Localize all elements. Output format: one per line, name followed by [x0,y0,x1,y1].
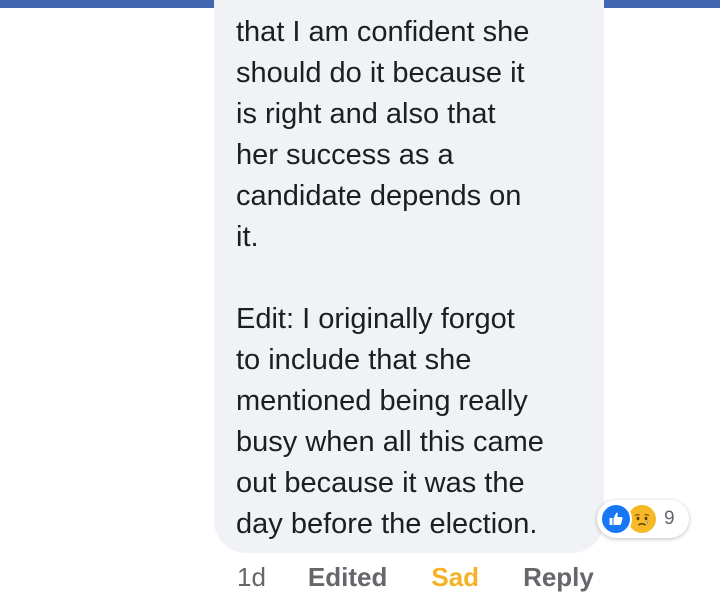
comment-text-line: is right and also that [236,98,496,130]
comment-text-line: to include that she [236,344,472,376]
like-icon [600,503,632,535]
comment-text-line: should do it because it [236,57,525,89]
reply-button[interactable]: Reply [523,562,594,593]
reaction-button[interactable]: Sad [431,562,479,593]
reaction-summary[interactable]: 9 [597,500,689,538]
paragraph-break [236,258,582,299]
comment-bubble: that I am confident she should do it bec… [214,0,604,553]
comment-text-line: day before the election. [236,508,538,540]
comment-text-line: mentioned being really [236,385,528,417]
comment-text-line: candidate depends on [236,180,522,212]
comment-text-line: Edit: I originally forgot [236,303,515,335]
comment-text-line: her success as a [236,139,454,171]
comment-text-line: it. [236,221,259,253]
comment-text-line: out because it was the [236,467,525,499]
comment-text-line: that I am confident she [236,16,530,48]
edited-link[interactable]: Edited [308,562,387,593]
reaction-count: 9 [664,508,675,529]
comment-timestamp[interactable]: 1d [237,562,266,593]
comment-actions: 1d Edited Sad Reply [237,560,594,594]
comment-text-line: busy when all this came [236,426,544,458]
